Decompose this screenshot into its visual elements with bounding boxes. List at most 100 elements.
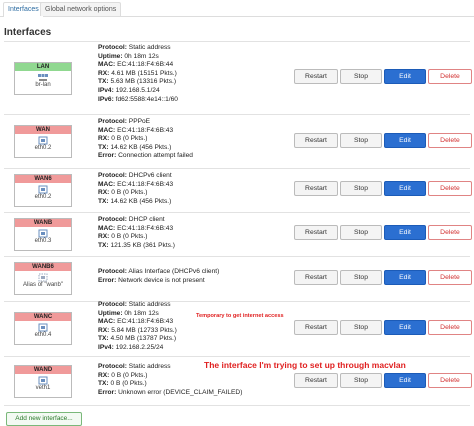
interface-device: br-lan [35,82,51,88]
interface-badge-lan: LAN br-lan [14,62,72,95]
mac-value: EC:41:18:F4:6B:43 [117,180,174,188]
protocol-value: Static address [128,301,171,308]
stop-button[interactable]: Stop [340,69,382,84]
interface-row-lan: LAN br-lan Protocol: Static address Upti… [4,42,472,114]
mac-value: EC:41:18:F4:6B:43 [117,318,174,326]
edit-button[interactable]: Edit [384,373,426,388]
stop-button[interactable]: Stop [340,270,382,285]
ipv4-value: 192.168.5.1/24 [115,86,160,94]
edit-button[interactable]: Edit [384,320,426,335]
interface-name: LAN [15,63,71,71]
restart-button[interactable]: Restart [294,270,338,285]
interface-row-wand: WAND veth1 Protocol: Static address RX: … [4,357,472,405]
mac-value: EC:41:18:F4:6B:43 [117,126,174,134]
tx-value: 4.50 MB (13787 Pkts.) [110,335,177,343]
rx-value: 0 B (0 Pkts.) [111,371,148,379]
delete-button[interactable]: Delete [428,225,472,240]
restart-button[interactable]: Restart [294,69,338,84]
protocol-value: PPPoE [128,118,151,125]
edit-button[interactable]: Edit [384,270,426,285]
ethernet-port-icon [38,323,48,332]
tab-bar: Interfaces Global network options [0,0,474,17]
interface-row-wanb: WANB eth0.3 Protocol: DHCP client MAC: E… [4,213,472,256]
stop-button[interactable]: Stop [340,225,382,240]
interface-info: Protocol: Static address Uptime: 0h 18m … [98,44,178,103]
ethernet-port-icon [38,185,48,194]
delete-button[interactable]: Delete [428,133,472,148]
delete-button[interactable]: Delete [428,181,472,196]
ipv4-value: 192.168.2.25/24 [115,343,164,351]
tx-value: 5.63 MB (13316 Pkts.) [110,78,177,86]
rx-value: 4.61 MB (15151 Pkts.) [111,69,177,77]
delete-button[interactable]: Delete [428,270,472,285]
uptime-value: 0h 18m 12s [124,309,159,317]
interface-device: eth0.4 [34,332,52,338]
stop-button[interactable]: Stop [340,373,382,388]
protocol-value: Static address [128,363,171,370]
interface-device: eth0.2 [34,194,52,200]
restart-button[interactable]: Restart [294,181,338,196]
interface-row-wanc: WANC eth0.4 Protocol: Static address Upt… [4,301,472,355]
interface-name: WAND [15,366,71,374]
delete-button[interactable]: Delete [428,69,472,84]
interface-badge-wand: WAND veth1 [14,365,72,398]
restart-button[interactable]: Restart [294,373,338,388]
annotation-macvlan: The interface I'm trying to set up throu… [204,360,406,370]
protocol-value: Static address [128,44,171,51]
interface-info: Protocol: PPPoE MAC: EC:41:18:F4:6B:43 R… [98,118,193,160]
stop-button[interactable]: Stop [340,320,382,335]
tx-value: 14.62 KB (456 Pkts.) [110,143,172,151]
tx-value: 121.35 KB (361 Pkts.) [110,241,175,249]
edit-button[interactable]: Edit [384,225,426,240]
interface-name: WANB6 [15,263,71,271]
interface-name: WANB [15,219,71,227]
protocol-value: DHCP client [128,216,165,223]
edit-button[interactable]: Edit [384,69,426,84]
error-value: Connection attempt failed [118,152,193,160]
mac-value: EC:41:18:F4:6B:44 [117,61,174,69]
interface-row-wan6: WAN6 eth0.2 Protocol: DHCPv6 client MAC:… [4,169,472,212]
stop-button[interactable]: Stop [340,181,382,196]
rx-value: 5.84 MB (12733 Pkts.) [111,326,177,334]
interface-badge-wan: WAN eth0.2 [14,125,72,158]
ethernet-port-icon [38,136,48,145]
error-value: Network device is not present [118,276,205,284]
restart-button[interactable]: Restart [294,133,338,148]
tx-value: 0 B (0 Pkts.) [110,380,147,388]
error-value: Unknown error (DEVICE_CLAIM_FAILED) [118,388,243,396]
uptime-value: 0h 18m 12s [124,52,159,60]
annotation-temporary-access: Temporary to get internet access [196,313,284,319]
interface-row-wanb6: WANB6 Alias of "wanb" Protocol: Alias In… [4,257,472,301]
divider [4,405,470,406]
interface-badge-wan6: WAN6 eth0.2 [14,174,72,207]
interface-device: eth0.2 [34,145,52,151]
interface-row-wan: WAN eth0.2 Protocol: PPPoE MAC: EC:41:18… [4,115,472,168]
edit-button[interactable]: Edit [384,133,426,148]
add-interface-button[interactable]: Add new interface... [6,412,82,426]
interface-info: Protocol: Alias Interface (DHCPv6 client… [98,268,220,284]
alias-icon [38,273,48,282]
interface-badge-wanb6: WANB6 Alias of "wanb" [14,262,72,295]
delete-button[interactable]: Delete [428,373,472,388]
rx-value: 0 B (0 Pkts.) [111,135,148,143]
interface-device: veth1 [35,385,51,391]
tab-global-network-options[interactable]: Global network options [40,2,122,16]
interface-info: Protocol: DHCP client MAC: EC:41:18:F4:6… [98,216,175,249]
edit-button[interactable]: Edit [384,181,426,196]
ethernet-port-icon [38,376,48,385]
interface-badge-wanc: WANC eth0.4 [14,312,72,345]
interface-device: eth0.3 [34,238,52,244]
mac-value: EC:41:18:F4:6B:43 [117,224,174,232]
stop-button[interactable]: Stop [340,133,382,148]
restart-button[interactable]: Restart [294,225,338,240]
interface-name: WANC [15,313,71,321]
tab-interfaces[interactable]: Interfaces [3,2,44,17]
restart-button[interactable]: Restart [294,320,338,335]
ethernet-port-icon [38,229,48,238]
interface-name: WAN [15,126,71,134]
ipv6-value: fd62:5588:4e14::1/60 [115,95,178,103]
interface-info: Protocol: Static address Uptime: 0h 18m … [98,301,177,351]
section-title: Interfaces [4,27,52,38]
tx-value: 14.62 KB (456 Pkts.) [110,197,172,205]
delete-button[interactable]: Delete [428,320,472,335]
